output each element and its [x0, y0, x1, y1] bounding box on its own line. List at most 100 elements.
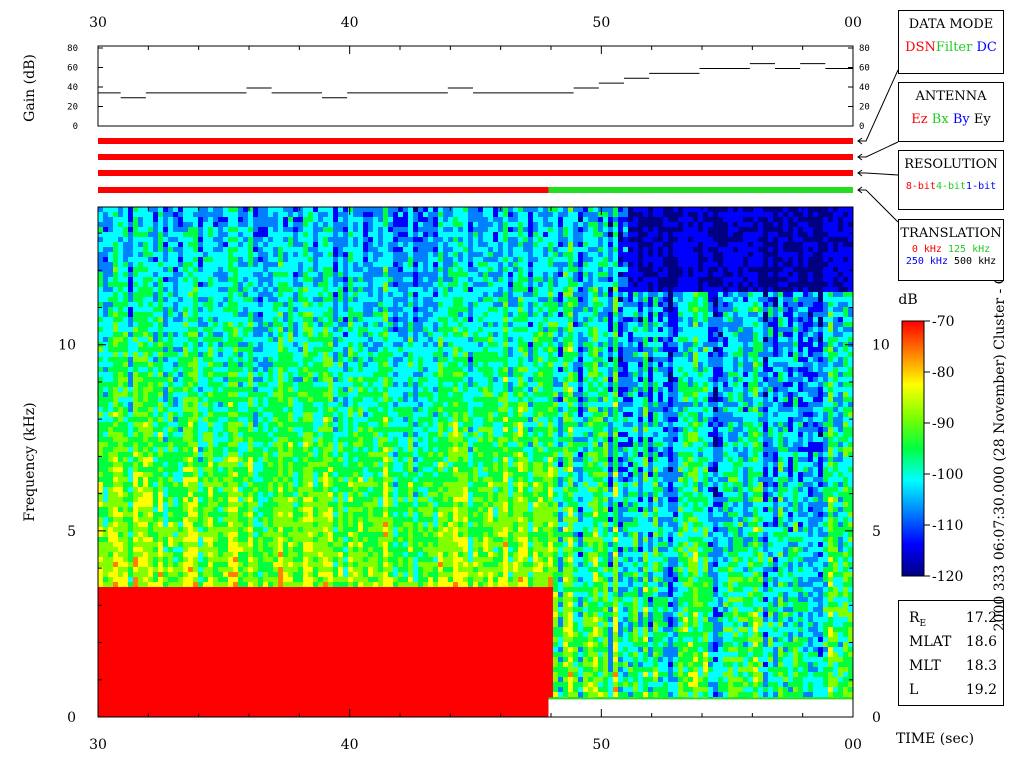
spec-cell [138, 427, 143, 432]
spec-cell [188, 447, 193, 452]
spec-cell [118, 587, 123, 592]
spec-cell [118, 262, 123, 267]
spec-cell [128, 357, 133, 362]
spec-cell [313, 392, 318, 397]
spec-cell [183, 707, 188, 712]
spec-cell [183, 467, 188, 472]
spec-cell [323, 687, 328, 692]
spec-cell [333, 442, 338, 447]
spec-cell [298, 557, 303, 562]
spec-cell [133, 287, 138, 292]
spec-cell [333, 557, 338, 562]
spec-cell [228, 572, 233, 577]
spec-cell [113, 247, 118, 252]
spec-cell [313, 502, 318, 507]
spec-cell [128, 307, 133, 312]
spec-cell [143, 597, 148, 602]
spec-cell [108, 462, 113, 467]
spec-cell [248, 637, 253, 642]
spec-cell [233, 292, 238, 297]
spec-cell [223, 612, 228, 617]
spec-cell [173, 487, 178, 492]
spec-cell [103, 597, 108, 602]
spec-cell [198, 412, 203, 417]
spec-cell [188, 542, 193, 547]
spec-cell [298, 477, 303, 482]
spec-cell [248, 227, 253, 232]
spec-cell [198, 592, 203, 597]
spec-cell [143, 402, 148, 407]
spec-cell [323, 212, 328, 217]
spec-cell [303, 307, 308, 312]
spec-cell [103, 487, 108, 492]
spec-cell [223, 367, 228, 372]
spec-cell [243, 387, 248, 392]
spec-cell [108, 467, 113, 472]
spec-cell [113, 332, 118, 337]
spec-cell [233, 522, 238, 527]
spec-cell [173, 222, 178, 227]
spec-cell [223, 242, 228, 247]
spec-cell [283, 617, 288, 622]
spec-cell [218, 692, 223, 697]
spec-cell [308, 482, 313, 487]
spec-cell [143, 347, 148, 352]
spec-cell [158, 587, 163, 592]
spec-cell [148, 337, 153, 342]
spec-cell [233, 672, 238, 677]
spec-cell [283, 572, 288, 577]
spec-cell [253, 367, 258, 372]
spec-cell [203, 527, 208, 532]
spec-cell [243, 557, 248, 562]
spec-cell [163, 552, 168, 557]
spec-cell [333, 312, 338, 317]
spec-cell [258, 417, 263, 422]
spec-cell [148, 442, 153, 447]
spec-cell [198, 507, 203, 512]
spec-cell [193, 377, 198, 382]
spec-cell [303, 482, 308, 487]
spec-cell [238, 227, 243, 232]
spec-cell [143, 322, 148, 327]
spec-cell [288, 352, 293, 357]
spec-cell [118, 267, 123, 272]
spec-cell [108, 292, 113, 297]
spec-cell [123, 452, 128, 457]
spec-cell [313, 692, 318, 697]
spec-cell [193, 707, 198, 712]
spec-cell [188, 432, 193, 437]
spec-cell [208, 647, 213, 652]
spec-cell [228, 207, 233, 212]
spec-cell [258, 232, 263, 237]
spec-cell [313, 557, 318, 562]
spec-cell [303, 667, 308, 672]
spec-cell [168, 247, 173, 252]
spec-cell [323, 452, 328, 457]
spec-cell [308, 582, 313, 587]
spec-cell [333, 627, 338, 632]
spec-cell [243, 302, 248, 307]
spec-cell [293, 622, 298, 627]
spec-cell [328, 612, 333, 617]
spec-cell [328, 432, 333, 437]
spec-cell [233, 467, 238, 472]
spec-cell [113, 582, 118, 587]
spec-cell [263, 702, 268, 707]
spec-cell [298, 337, 303, 342]
spec-cell [118, 207, 123, 212]
spec-cell [298, 597, 303, 602]
spec-cell [123, 637, 128, 642]
spec-cell [268, 537, 273, 542]
spec-cell [213, 617, 218, 622]
spec-cell [168, 507, 173, 512]
spec-cell [158, 707, 163, 712]
spec-cell [113, 327, 118, 332]
spec-cell [323, 217, 328, 222]
spec-cell [298, 432, 303, 437]
spec-cell [203, 697, 208, 702]
spec-cell [123, 382, 128, 387]
spec-cell [183, 292, 188, 297]
spec-cell [278, 627, 283, 632]
spec-cell [328, 457, 333, 462]
spec-cell [323, 427, 328, 432]
